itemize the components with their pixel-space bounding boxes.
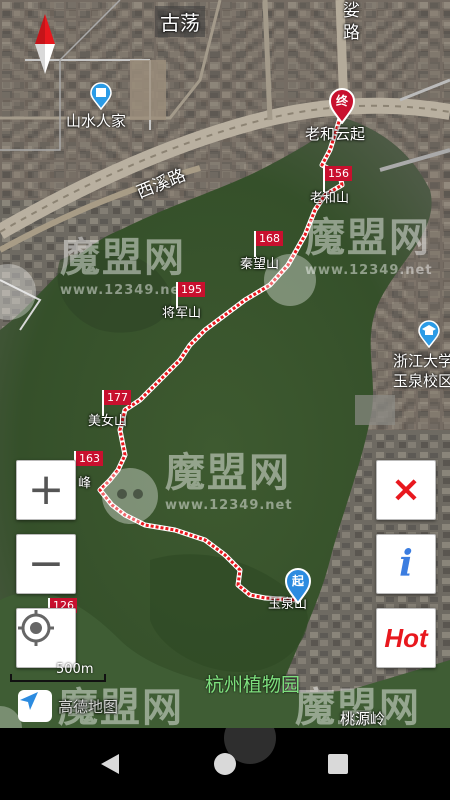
hot-label: Hot bbox=[384, 622, 428, 653]
scale-bar: 500m bbox=[10, 662, 110, 686]
zoom-in-button[interactable]: + bbox=[16, 460, 76, 520]
minus-icon: − bbox=[27, 538, 65, 589]
residential-poi-icon[interactable] bbox=[89, 82, 113, 110]
place-label-shanshui: 山水人家 bbox=[66, 112, 127, 130]
school-poi-icon[interactable] bbox=[417, 320, 441, 348]
close-icon: × bbox=[390, 469, 422, 510]
locate-button[interactable] bbox=[16, 608, 76, 668]
info-button[interactable]: i bbox=[376, 534, 436, 594]
end-marker-label: 终 bbox=[335, 94, 348, 108]
place-label-botanical-garden: 杭州植物园 bbox=[205, 674, 301, 696]
watermark-logo-icon bbox=[224, 728, 276, 764]
gaode-logo-icon bbox=[18, 690, 52, 722]
close-button[interactable]: × bbox=[376, 460, 436, 520]
end-marker[interactable]: 终 bbox=[328, 88, 356, 124]
start-marker-label: 起 bbox=[291, 574, 304, 588]
peak-label-meinu: 美女山 bbox=[88, 414, 128, 429]
peak-label-jiangjun: 将军山 bbox=[162, 306, 202, 321]
place-label-zju-line2: 玉泉校区 bbox=[393, 372, 450, 390]
locate-icon bbox=[18, 610, 54, 646]
road-label: 路 bbox=[343, 23, 360, 43]
plus-icon: + bbox=[27, 464, 65, 515]
peak-label-qinwang: 秦望山 bbox=[240, 257, 280, 272]
start-marker[interactable]: 起 bbox=[284, 568, 312, 604]
hot-button[interactable]: Hot bbox=[376, 608, 436, 668]
watermark: 魔盟网 www.12349.net bbox=[165, 450, 293, 513]
recents-icon bbox=[328, 754, 348, 774]
satellite-map[interactable]: 魔盟网 www.12349.net 魔盟网 www.12349.net 魔盟网 … bbox=[0, 0, 450, 728]
peak-label-laohe: 老和山 bbox=[310, 191, 350, 206]
place-label-zju-line1: 浙江大学 bbox=[393, 352, 450, 370]
gaode-logo-text: 高德地图 bbox=[58, 698, 119, 716]
zoom-out-button[interactable]: − bbox=[16, 534, 76, 594]
place-label-gudang: 古荡 bbox=[155, 6, 205, 37]
scale-label: 500m bbox=[56, 662, 94, 677]
navigation-bar bbox=[0, 728, 450, 800]
recents-button[interactable] bbox=[320, 746, 356, 782]
watermark: 魔盟网 www.12349.net bbox=[60, 235, 188, 298]
peak-label-feng: 峰 bbox=[78, 476, 92, 491]
compass-icon[interactable] bbox=[33, 14, 57, 74]
watermark-logo-icon bbox=[0, 264, 36, 320]
watermark: 魔盟网 www.12349.net bbox=[305, 215, 433, 278]
back-button[interactable] bbox=[92, 746, 128, 782]
place-label-laohe-yunqi: 老和云起 bbox=[305, 125, 366, 143]
place-label-taoyuan: 桃源岭 bbox=[340, 710, 386, 728]
back-icon bbox=[101, 754, 119, 774]
info-icon: i bbox=[399, 543, 413, 585]
watermark-logo-icon bbox=[102, 468, 158, 524]
